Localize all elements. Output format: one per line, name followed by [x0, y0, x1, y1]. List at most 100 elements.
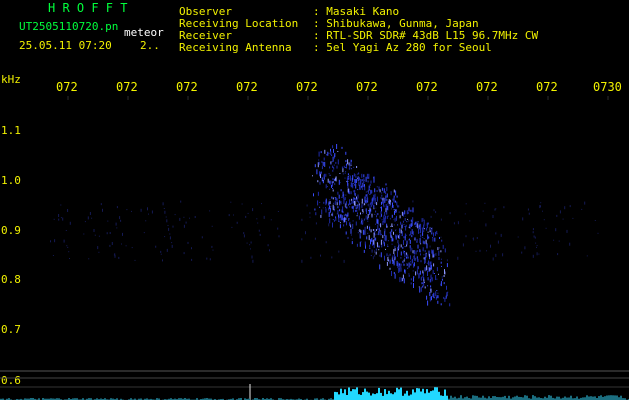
level-bar	[570, 395, 572, 400]
echo-pixel	[352, 209, 354, 213]
level-bar	[428, 392, 430, 400]
echo-pixel	[343, 224, 345, 227]
level-bar	[348, 387, 350, 400]
echo-pixel	[372, 243, 373, 246]
echo-pixel	[354, 193, 356, 197]
echo-pixel	[413, 283, 414, 288]
noise-pixel	[446, 259, 448, 262]
echo-pixel	[382, 221, 384, 225]
echo-pixel	[341, 210, 343, 213]
echo-pixel	[344, 177, 346, 179]
echo-pixel	[365, 208, 367, 212]
level-bar	[466, 396, 468, 400]
noise-pixel	[171, 242, 173, 244]
echo-pixel	[384, 228, 386, 232]
noise-pixel	[88, 258, 90, 260]
echo-pixel	[339, 222, 341, 224]
level-bar	[380, 392, 382, 400]
noise-pixel	[245, 215, 247, 218]
echo-pixel	[402, 261, 404, 263]
echo-pixel	[386, 209, 388, 215]
level-bar	[418, 388, 420, 400]
echo-pixel	[381, 198, 383, 201]
echo-pixel	[418, 273, 420, 279]
noise-pixel	[166, 219, 168, 223]
noise-pixel	[191, 247, 192, 250]
echo-pixel	[361, 186, 363, 190]
echo-pixel	[415, 271, 417, 276]
echo-pixel	[363, 174, 365, 178]
echo-pixel	[334, 183, 336, 185]
echo-pixel	[340, 219, 342, 221]
echo-pixel	[371, 213, 373, 217]
level-bar	[356, 387, 358, 400]
level-bar	[336, 392, 338, 400]
echo-pixel	[315, 212, 317, 216]
noise-pixel	[430, 215, 432, 218]
echo-pixel	[397, 224, 399, 226]
echo-pixel	[383, 205, 385, 208]
noise-pixel	[109, 232, 111, 234]
echo-pixel	[393, 195, 395, 198]
echo-pixel	[335, 176, 337, 182]
echo-pixel	[387, 203, 389, 205]
level-bar	[398, 389, 400, 400]
noise-pixel	[155, 245, 157, 248]
echo-pixel	[375, 223, 376, 225]
echo-pixel	[348, 203, 349, 206]
echo-pixel	[398, 235, 400, 239]
noise-pixel	[540, 202, 542, 204]
echo-pixel	[334, 201, 336, 206]
echo-pixel	[437, 247, 439, 251]
noise-pixel	[373, 229, 375, 233]
echo-pixel	[379, 264, 381, 270]
echo-pixel	[412, 217, 414, 222]
echo-pixel	[398, 243, 399, 245]
echo-pixel	[427, 300, 429, 306]
noise-pixel	[424, 224, 426, 226]
echo-pixel	[376, 233, 378, 235]
echo-pixel	[347, 173, 349, 176]
level-bar	[576, 396, 578, 400]
echo-pixel	[351, 201, 353, 204]
echo-pixel	[331, 196, 333, 199]
echo-pixel	[391, 214, 393, 218]
level-bar	[476, 395, 478, 400]
noise-pixel	[412, 200, 414, 203]
echo-pixel	[406, 265, 408, 267]
echo-pixel	[416, 250, 418, 252]
noise-pixel	[453, 222, 455, 225]
echo-pixel	[373, 179, 375, 183]
level-bar	[334, 391, 336, 400]
echo-pixel	[347, 188, 349, 193]
noise-pixel	[331, 256, 333, 259]
echo-pixel	[332, 197, 334, 200]
echo-pixel	[345, 167, 347, 168]
echo-pixel	[413, 250, 415, 252]
echo-pixel	[396, 195, 398, 198]
echo-pixel	[392, 202, 393, 208]
echo-pixel	[393, 249, 395, 255]
echo-pixel	[429, 267, 431, 271]
noise-pixel	[581, 208, 583, 210]
noise-pixel	[495, 253, 497, 257]
echo-pixel	[386, 205, 388, 210]
noise-pixel	[374, 254, 376, 257]
echo-pixel	[446, 263, 448, 268]
echo-pixel	[419, 249, 421, 253]
noise-pixel	[465, 203, 467, 205]
echo-pixel	[386, 199, 388, 201]
echo-pixel	[445, 295, 447, 299]
level-bar	[366, 391, 368, 400]
echo-pixel	[412, 231, 414, 236]
background-noise	[50, 200, 599, 263]
noise-pixel	[390, 206, 392, 208]
noise-pixel	[166, 248, 168, 252]
noise-pixel	[322, 207, 324, 209]
noise-pixel	[58, 214, 60, 217]
level-bar	[524, 395, 526, 400]
noise-pixel	[67, 246, 69, 248]
noise-pixel	[340, 201, 342, 205]
echo-pixel	[384, 255, 385, 261]
noise-pixel	[174, 214, 176, 216]
